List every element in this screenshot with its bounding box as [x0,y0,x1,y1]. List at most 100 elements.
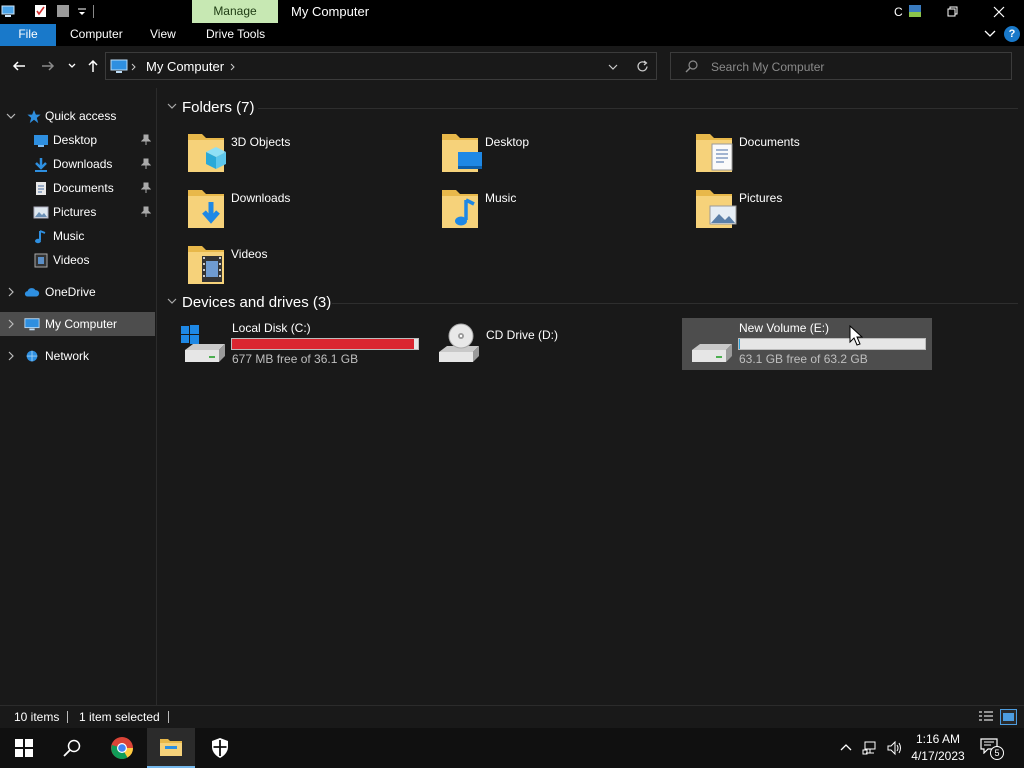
volume-icon[interactable] [886,740,902,756]
3d-objects-folder-icon [188,134,226,172]
taskbar: 1:16 AM 4/17/2023 5 [0,728,1024,768]
customize-dropdown-icon[interactable] [75,4,89,18]
folder-name: Downloads [231,191,291,205]
pin-icon[interactable] [141,206,151,218]
tab-view[interactable]: View [138,24,188,46]
search-icon [63,739,81,757]
breadcrumb-chevron-icon[interactable] [230,63,236,71]
drive-new-volume-e[interactable]: New Volume (E:) 63.1 GB free of 63.2 GB [682,318,932,370]
breadcrumb-my-computer[interactable]: My Computer [146,59,224,74]
file-explorer-taskbar-button[interactable] [147,728,195,768]
folder-name: Desktop [485,135,530,149]
details-view-icon[interactable] [978,710,994,724]
chevron-down-icon[interactable] [166,296,180,309]
chevron-right-icon[interactable] [5,350,17,362]
search-box[interactable]: Search My Computer [670,52,1012,80]
nav-quick-access[interactable]: Quick access [0,104,155,128]
recent-locations-button[interactable] [62,56,82,76]
show-hidden-icons-icon[interactable] [838,740,854,756]
folders-header-label: Folders (7) [182,99,255,116]
folder-documents[interactable]: Documents [666,128,906,176]
close-button[interactable] [976,0,1022,24]
ribbon-tabs: File Computer View Drive Tools ? [0,24,1024,46]
folder-name: Documents [739,135,800,149]
folder-downloads[interactable]: Downloads [158,184,398,232]
nav-onedrive[interactable]: OneDrive [0,280,155,304]
defender-taskbar-button[interactable] [196,728,244,768]
forward-button[interactable] [38,56,58,76]
title-bar: Manage My Computer C [0,0,1024,24]
selection-count: 1 item selected [79,710,160,724]
drive-name: Local Disk (C:) [232,321,311,335]
drive-local-disk-c[interactable]: Local Disk (C:) 677 MB free of 36.1 GB [175,318,425,370]
large-icons-view-icon[interactable] [1000,709,1017,725]
folder-3d-objects[interactable]: 3D Objects [158,128,398,176]
nav-label: OneDrive [45,285,96,299]
chevron-down-icon[interactable] [166,101,180,114]
thumbnail-icon [909,5,921,17]
computer-icon [110,59,128,73]
nav-item-desktop[interactable]: Desktop [0,128,155,152]
new-folder-icon[interactable] [56,4,70,18]
drive-usage-bar [231,338,419,350]
folder-pictures[interactable]: Pictures [666,184,906,232]
item-count: 10 items [14,710,60,724]
address-bar[interactable]: My Computer [105,52,657,80]
nav-item-music[interactable]: Music [0,224,155,248]
restore-button[interactable] [930,0,976,24]
tab-file[interactable]: File [0,24,56,46]
pin-icon[interactable] [141,158,151,170]
up-button[interactable] [83,56,103,76]
nav-my-computer[interactable]: My Computer [0,312,155,336]
windows-logo-icon [15,739,33,757]
pin-icon[interactable] [141,182,151,194]
documents-icon [36,182,46,195]
tab-manage[interactable]: Manage [192,0,278,23]
folder-name: Videos [231,247,268,261]
nav-item-videos[interactable]: Videos [0,248,155,272]
nav-item-downloads[interactable]: Downloads [0,152,155,176]
drive-cd-d[interactable]: CD Drive (D:) [429,318,679,370]
folder-videos[interactable]: Videos [158,240,398,288]
folder-desktop[interactable]: Desktop [412,128,652,176]
nav-item-documents[interactable]: Documents [0,176,155,200]
search-taskbar-button[interactable] [48,728,96,768]
pin-icon[interactable] [141,134,151,146]
up-arrow-icon [88,59,98,72]
refresh-icon[interactable] [636,60,649,73]
properties-icon[interactable] [34,4,48,18]
nav-label: Quick access [45,109,117,123]
videos-icon [34,253,48,268]
address-history-icon[interactable] [608,63,618,71]
folders-group-header[interactable]: Folders (7) [166,99,255,116]
action-center-button[interactable]: 5 [980,738,1004,760]
status-separator [168,711,169,723]
computer-icon[interactable] [1,4,15,18]
back-button[interactable] [9,56,29,76]
chevron-right-icon[interactable] [5,286,17,298]
nav-item-pictures[interactable]: Pictures [0,200,155,224]
drives-group-header[interactable]: Devices and drives (3) [166,294,331,311]
title-partial-text: C [894,5,903,19]
tab-drive-tools[interactable]: Drive Tools [194,24,277,46]
expand-ribbon-icon[interactable] [984,29,996,39]
star-icon [27,109,41,124]
drive-free-space: 677 MB free of 36.1 GB [232,352,359,366]
forward-arrow-icon [42,61,55,71]
pictures-icon [33,206,49,219]
folder-music[interactable]: Music [412,184,652,232]
start-button[interactable] [0,728,48,768]
tab-computer[interactable]: Computer [58,24,135,46]
breadcrumb-chevron-icon[interactable] [131,63,137,71]
help-button[interactable]: ? [1004,26,1020,42]
nav-network[interactable]: Network [0,344,155,368]
chrome-taskbar-button[interactable] [98,728,146,768]
clock[interactable]: 1:16 AM 4/17/2023 [910,731,966,765]
chevron-right-icon[interactable] [5,318,17,330]
notification-count-badge: 5 [990,746,1004,760]
drive-free-space: 63.1 GB free of 63.2 GB [739,352,868,366]
desktop-folder-icon [442,134,482,172]
chevron-down-icon[interactable] [5,110,17,122]
network-status-icon[interactable] [862,740,878,756]
back-arrow-icon [12,61,25,71]
